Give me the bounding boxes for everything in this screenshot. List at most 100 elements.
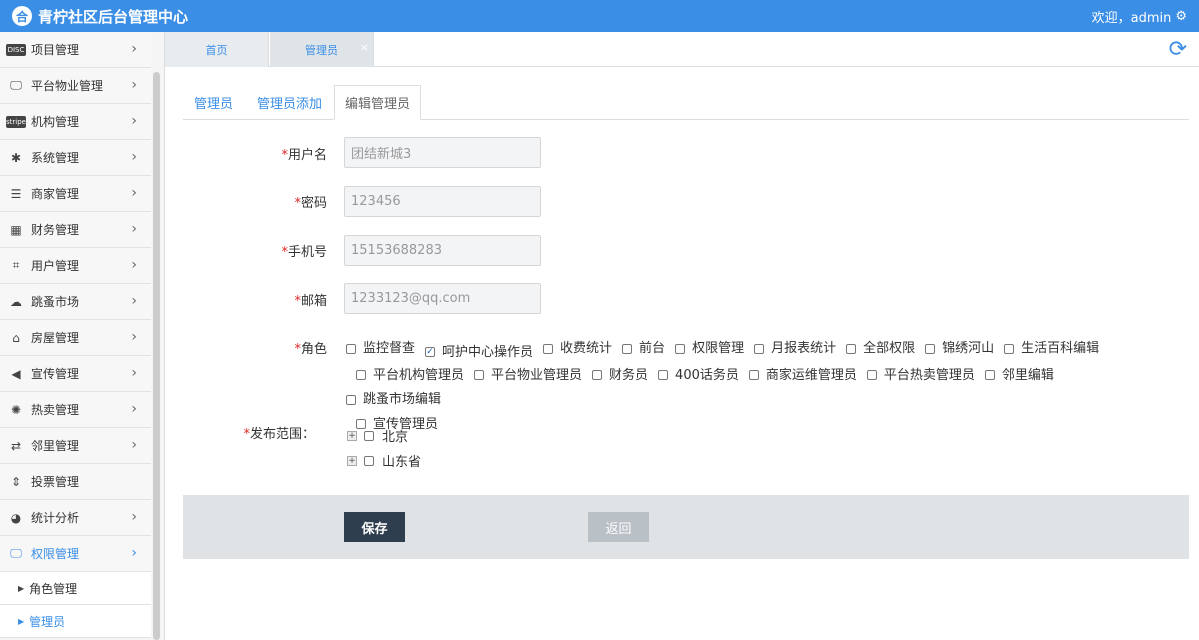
checkbox[interactable] <box>474 370 485 380</box>
role-checkbox[interactable]: 生活百科编辑 <box>1004 337 1099 360</box>
role-label: 400话务员 <box>675 367 739 383</box>
tab-admin-list[interactable]: 管理员 <box>194 85 233 120</box>
role-label: 监控督查 <box>363 341 416 356</box>
sidebar-item[interactable]: ☰ 商家管理 › <box>0 176 151 212</box>
email-input[interactable] <box>344 283 541 314</box>
sidebar-subitem-label: 角色管理 <box>29 581 78 596</box>
close-icon[interactable]: × <box>360 41 369 54</box>
sidebar-item[interactable]: ⇕ 投票管理 <box>0 464 151 500</box>
checkbox[interactable] <box>658 370 669 380</box>
page-tab-admin[interactable]: 管理员 × <box>270 32 374 67</box>
role-checkbox[interactable]: 平台热卖管理员 <box>866 364 975 387</box>
role-checkbox[interactable]: 平台机构管理员 <box>356 364 464 387</box>
top-bar: 合 青柠社区后台管理中心 欢迎，admin ⚙ <box>0 0 1199 32</box>
save-button[interactable]: 保存 <box>344 512 405 542</box>
expand-icon[interactable]: + <box>347 455 357 466</box>
sidebar-item[interactable]: ▦ 财务管理 › <box>0 212 151 248</box>
sidebar-item[interactable]: ☁ 跳蚤市场 › <box>0 284 151 320</box>
main-content: 管理员 管理员添加 编辑管理员 *用户名 *密码 *手机号 *邮箱 *角色 监控… <box>165 67 1199 640</box>
user-menu[interactable]: 欢迎，admin ⚙ <box>1092 7 1187 26</box>
email-label: *邮箱 <box>165 290 327 309</box>
username-input[interactable] <box>344 137 541 168</box>
password-input[interactable] <box>344 186 541 217</box>
sidebar-item[interactable]: ◕ 统计分析 › <box>0 500 151 536</box>
role-label: *角色 <box>165 338 327 357</box>
checkbox[interactable] <box>866 370 877 380</box>
role-checkbox[interactable]: 权限管理 <box>675 337 744 360</box>
checkbox[interactable] <box>754 343 765 354</box>
sort-icon: ⇕ <box>10 474 22 489</box>
sidebar-item[interactable]: 🖵 平台物业管理 › <box>0 68 151 104</box>
phone-label: *手机号 <box>165 241 327 260</box>
sidebar: DISC 项目管理 › 🖵 平台物业管理 › stripe 机构管理 › ✱ 系统管理 › ☰ 商家管理 ›… <box>0 32 165 640</box>
refresh-icon[interactable]: ⟳ <box>1169 37 1187 62</box>
tree-checkbox[interactable] <box>364 455 374 466</box>
sidebar-item[interactable]: ✱ 系统管理 › <box>0 140 151 176</box>
chevron-right-icon: › <box>131 545 137 561</box>
chevron-right-icon: › <box>131 113 137 129</box>
checkbox[interactable] <box>356 370 366 380</box>
tree-node-label: 山东省 <box>382 455 422 470</box>
sidebar-item[interactable]: ⇄ 邻里管理 › <box>0 428 151 464</box>
discover-card-icon: DISC <box>6 43 26 56</box>
phone-input[interactable] <box>344 235 541 266</box>
role-checkbox[interactable]: 跳蚤市场编辑 <box>346 388 441 411</box>
checkbox[interactable] <box>543 343 554 354</box>
bank-icon: ⌂ <box>12 330 20 345</box>
email-label-text: 邮箱 <box>300 294 327 309</box>
back-button[interactable]: 返回 <box>588 512 649 542</box>
role-checkbox[interactable]: 锦绣河山 <box>925 337 994 360</box>
sidebar-item[interactable]: ✺ 热卖管理 › <box>0 392 151 428</box>
sidebar-subitem[interactable]: ▶ 管理员 <box>0 605 151 638</box>
checkbox[interactable] <box>1004 343 1015 354</box>
pie-chart-icon: ◕ <box>10 510 22 525</box>
sidebar-item-label: 系统管理 <box>31 151 80 165</box>
role-label: 邻里编辑 <box>1001 367 1054 383</box>
role-checkbox[interactable]: 商家运维管理员 <box>748 364 857 387</box>
caret-right-icon: ▶ <box>18 583 25 593</box>
role-label: 财务员 <box>609 367 649 383</box>
checkbox-checked[interactable]: ✓ <box>425 347 436 357</box>
checkbox[interactable] <box>748 370 759 380</box>
role-checkbox[interactable]: 邻里编辑 <box>984 364 1054 387</box>
role-checkbox[interactable]: 财务员 <box>592 364 648 387</box>
checkbox[interactable] <box>346 394 356 405</box>
checkbox[interactable] <box>592 370 603 380</box>
role-checkbox[interactable]: 平台物业管理员 <box>474 364 582 387</box>
role-checkbox[interactable]: 月报表统计 <box>754 337 836 360</box>
sidebar-subitem[interactable]: ▶ 角色管理 <box>0 572 151 605</box>
sidebar-item[interactable]: ⌂ 房屋管理 › <box>0 320 151 356</box>
role-checkbox[interactable]: 400话务员 <box>658 364 739 387</box>
chevron-right-icon: › <box>131 149 137 165</box>
expand-icon[interactable]: + <box>347 430 357 441</box>
role-label: 全部权限 <box>863 341 916 356</box>
tab-admin-add[interactable]: 管理员添加 <box>257 85 322 120</box>
sidebar-item[interactable]: ◀ 宣传管理 › <box>0 356 151 392</box>
role-checkbox[interactable]: ✓ 呵护中心操作员 <box>425 341 533 364</box>
sidebar-item[interactable]: stripe 机构管理 › <box>0 104 151 140</box>
role-checkbox[interactable]: 前台 <box>622 337 665 360</box>
sidebar-scrollbar[interactable] <box>153 72 160 640</box>
tree-checkbox[interactable] <box>364 430 374 441</box>
checkbox[interactable] <box>846 343 857 354</box>
checkbox[interactable] <box>346 343 356 354</box>
checkbox[interactable] <box>622 343 633 354</box>
sidebar-item[interactable]: DISC 项目管理 › <box>0 32 151 68</box>
role-checkbox[interactable]: 监控督查 <box>346 337 415 360</box>
checkbox[interactable] <box>984 370 995 380</box>
checkbox[interactable] <box>675 343 686 354</box>
tab-admin-edit[interactable]: 编辑管理员 <box>334 85 422 120</box>
sidebar-item-label: 宣传管理 <box>31 367 80 381</box>
role-label: 月报表统计 <box>771 341 837 356</box>
sidebar-item[interactable]: 🖵 权限管理 › <box>0 536 151 572</box>
sidebar-item[interactable]: ⌗ 用户管理 › <box>0 248 151 284</box>
role-checkbox[interactable]: 全部权限 <box>846 337 915 360</box>
phone-label-text: 手机号 <box>287 245 327 260</box>
sidebar-item-label: 项目管理 <box>31 43 80 57</box>
page-tab-home[interactable]: 首页 <box>165 32 269 67</box>
role-checkbox[interactable]: 收费统计 <box>543 337 612 360</box>
sidebar-item-label: 热卖管理 <box>31 403 80 417</box>
checkbox[interactable] <box>925 343 936 354</box>
gear-icon[interactable]: ⚙ <box>1175 9 1187 24</box>
chevron-right-icon: › <box>131 437 137 453</box>
